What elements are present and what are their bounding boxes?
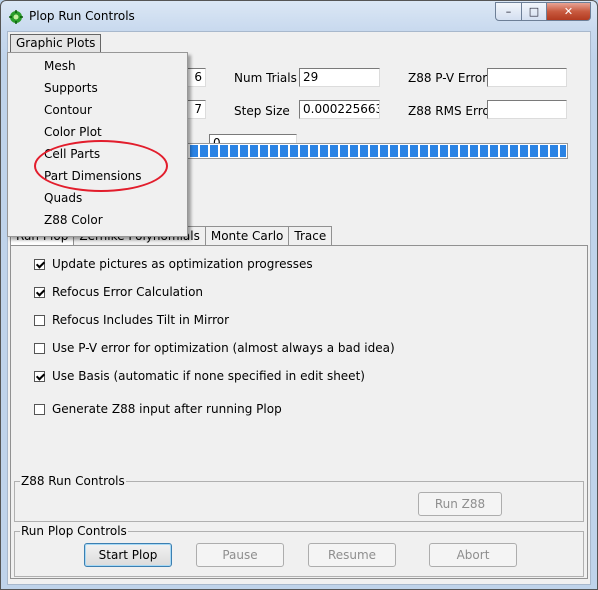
checkbox[interactable] xyxy=(34,370,45,382)
step-size-label: Step Size xyxy=(234,104,290,118)
option-label: Update pictures as optimization progress… xyxy=(52,257,313,271)
option-label: Use P-V error for optimization (almost a… xyxy=(52,341,395,355)
tab-monte-carlo[interactable]: Monte Carlo xyxy=(204,226,290,246)
rms-error-field[interactable] xyxy=(487,100,567,119)
run-z88-button[interactable]: Run Z88 xyxy=(418,492,502,516)
option-label: Refocus Includes Tilt in Mirror xyxy=(52,313,230,327)
menu-item-mesh[interactable]: Mesh xyxy=(44,59,76,73)
checkbox[interactable] xyxy=(34,258,45,270)
client-area: Graphic Plots 6 7 Num Trials 29 Step Siz… xyxy=(7,31,591,585)
option-label: Use Basis (automatic if none specified i… xyxy=(52,369,365,383)
maximize-button[interactable]: □ xyxy=(522,2,547,21)
minimize-button[interactable]: – xyxy=(495,2,522,21)
option-refocus-tilt[interactable]: Refocus Includes Tilt in Mirror xyxy=(34,312,229,328)
menu-graphic-plots[interactable]: Graphic Plots xyxy=(10,34,102,53)
z88-group-title: Z88 Run Controls xyxy=(20,474,126,488)
rms-error-label: Z88 RMS Error xyxy=(408,104,495,118)
window-title: Plop Run Controls xyxy=(29,9,135,23)
pv-error-label: Z88 P-V Error xyxy=(408,71,488,85)
pv-error-field[interactable] xyxy=(487,68,567,87)
checkbox[interactable] xyxy=(34,314,45,326)
progress-bar-fill xyxy=(180,145,566,157)
step-size-input[interactable]: 0.000225663 xyxy=(299,100,380,119)
menu-item-quads[interactable]: Quads xyxy=(44,191,82,205)
highlight-oval xyxy=(34,140,168,192)
option-update-pictures[interactable]: Update pictures as optimization progress… xyxy=(34,256,313,272)
plop-run-controls-window: Plop Run Controls – □ ✕ Graphic Plots 6 … xyxy=(0,0,598,590)
tab-trace[interactable]: Trace xyxy=(288,226,333,246)
menu-item-z88-color[interactable]: Z88 Color xyxy=(44,213,103,227)
option-generate-z88[interactable]: Generate Z88 input after running Plop xyxy=(34,401,282,417)
run-plop-panel: Update pictures as optimization progress… xyxy=(10,245,588,579)
resume-button[interactable]: Resume xyxy=(308,543,396,567)
option-use-basis[interactable]: Use Basis (automatic if none specified i… xyxy=(34,368,365,384)
title-bar: Plop Run Controls – □ ✕ xyxy=(1,1,597,31)
option-refocus-error[interactable]: Refocus Error Calculation xyxy=(34,284,203,300)
graphic-plots-dropdown: Mesh Supports Contour Color Plot Cell Pa… xyxy=(7,52,188,237)
plop-group-title: Run Plop Controls xyxy=(20,524,128,538)
app-gear-icon xyxy=(9,10,23,24)
checkbox[interactable] xyxy=(34,342,45,354)
z88-run-controls-group: Z88 Run Controls Run Z88 xyxy=(14,474,584,522)
option-label: Refocus Error Calculation xyxy=(52,285,204,299)
start-plop-button[interactable]: Start Plop xyxy=(84,543,172,567)
num-trials-input[interactable]: 29 xyxy=(299,68,380,87)
menu-item-supports[interactable]: Supports xyxy=(44,81,98,95)
option-use-pv-error[interactable]: Use P-V error for optimization (almost a… xyxy=(34,340,395,356)
option-label: Generate Z88 input after running Plop xyxy=(52,402,282,416)
close-button[interactable]: ✕ xyxy=(547,2,591,21)
menu-item-color-plot[interactable]: Color Plot xyxy=(44,125,102,139)
checkbox[interactable] xyxy=(34,403,45,415)
pause-button[interactable]: Pause xyxy=(196,543,284,567)
menu-item-contour[interactable]: Contour xyxy=(44,103,92,117)
menu-bar: Graphic Plots xyxy=(8,32,590,54)
run-plop-controls-group: Run Plop Controls Start Plop Pause Resum… xyxy=(14,524,584,577)
progress-bar xyxy=(178,143,568,159)
abort-button[interactable]: Abort xyxy=(429,543,517,567)
num-trials-label: Num Trials xyxy=(234,71,297,85)
checkbox[interactable] xyxy=(34,286,45,298)
caption-buttons: – □ ✕ xyxy=(495,2,591,22)
